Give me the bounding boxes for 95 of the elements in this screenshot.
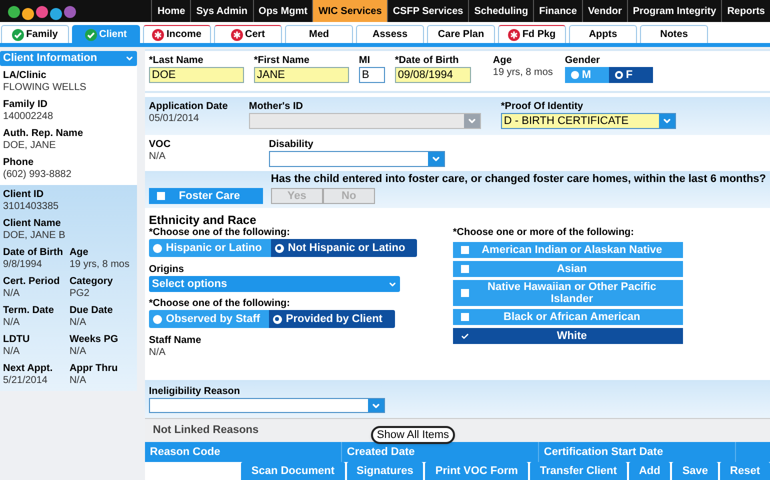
field-value: (602) 993-8882 xyxy=(3,169,72,181)
field-label: Application Date xyxy=(148,101,229,113)
radio-option[interactable]: Not Hispanic or Latino xyxy=(270,239,417,257)
field-label: Term. Date xyxy=(3,305,55,317)
panel-title: Client Information xyxy=(3,51,98,66)
race-option[interactable]: White xyxy=(452,328,683,344)
checkbox-icon xyxy=(460,289,469,297)
field-label: Gender xyxy=(564,55,601,67)
checkbox-icon xyxy=(460,265,469,273)
field-label: Category xyxy=(69,276,114,288)
field-label: Appr Thru xyxy=(69,363,119,375)
field-value: 3101403385 xyxy=(3,201,60,213)
field-label: *Last Name xyxy=(148,55,204,67)
field-label: *Choose one of the following: xyxy=(148,298,291,310)
input-field[interactable]: DOE xyxy=(148,67,244,83)
field-value: N/A xyxy=(69,317,88,329)
radio-icon xyxy=(152,244,162,252)
checkbox-icon xyxy=(460,313,469,321)
radio-icon xyxy=(152,314,162,324)
gender-option[interactable]: F xyxy=(608,67,653,83)
checkmark-icon xyxy=(460,332,469,340)
check-circle-icon xyxy=(85,28,98,40)
field-value: N/A xyxy=(148,151,167,163)
asterisk-circle-icon xyxy=(230,28,243,40)
field-label: LA/Clinic xyxy=(3,70,48,82)
field-label: *First Name xyxy=(254,55,310,67)
field-label: Family ID xyxy=(3,99,48,111)
field-value: 140002248 xyxy=(3,111,54,123)
radio-selected-icon xyxy=(274,244,284,252)
checkbox-icon xyxy=(460,246,469,254)
field-label: LDTU xyxy=(3,334,31,346)
section-tab[interactable]: Notes xyxy=(640,25,708,43)
field-value: 9/8/1994 xyxy=(3,259,43,271)
radio-icon xyxy=(570,71,579,79)
field-label: Staff Name xyxy=(148,335,202,347)
field-label: *Date of Birth xyxy=(394,55,460,67)
field-value: N/A xyxy=(3,346,21,358)
field-label: Client ID xyxy=(3,189,45,201)
field-value: 19 yrs, 8 mos xyxy=(69,259,130,271)
field-label: Date of Birth xyxy=(3,247,64,259)
input-field[interactable]: JANE xyxy=(254,67,349,83)
field-label: Next Appt. xyxy=(3,363,54,375)
select-field[interactable] xyxy=(268,151,445,167)
field-label: Phone xyxy=(3,157,35,169)
radio-option[interactable]: Provided by Client xyxy=(268,310,395,328)
field-value: N/A xyxy=(69,346,88,358)
field-label: *Choose one of the following: xyxy=(148,227,291,239)
field-label: Cert. Period xyxy=(3,276,61,288)
input-field[interactable]: B xyxy=(358,67,385,83)
field-value: N/A xyxy=(148,347,167,359)
radio-icon xyxy=(614,71,623,79)
field-label: Weeks PG xyxy=(69,334,120,346)
field-label: Due Date xyxy=(69,305,114,317)
input-field[interactable]: 09/08/1994 xyxy=(394,67,471,83)
section-tab[interactable]: Assess xyxy=(356,25,424,43)
section-tab[interactable]: Family xyxy=(1,25,69,43)
field-value: N/A xyxy=(3,317,21,329)
field-label: Age xyxy=(492,55,513,67)
field-value: 05/01/2014 xyxy=(148,113,200,125)
field-label: *Proof Of Identity xyxy=(500,101,584,113)
field-value: DOE, JANE B xyxy=(3,230,66,242)
section-tab[interactable]: Cert xyxy=(214,25,282,43)
nav-tab[interactable]: WIC Services xyxy=(312,0,387,22)
section-tab[interactable]: Med xyxy=(285,25,353,43)
field-value: N/A xyxy=(69,375,88,387)
field-label: Age xyxy=(69,247,90,259)
select-field[interactable] xyxy=(148,398,385,413)
field-label: Client Name xyxy=(3,218,62,230)
check-circle-icon xyxy=(12,28,24,40)
field-value: N/A xyxy=(3,288,21,300)
field-value: DOE, JANE xyxy=(3,140,57,152)
section-tab[interactable]: Appts xyxy=(569,25,637,43)
field-value: FLOWING WELLS xyxy=(3,82,88,94)
section-heading: Ethnicity and Race xyxy=(148,213,258,227)
field-value: 19 yrs, 8 mos xyxy=(492,67,554,79)
field-label: VOC xyxy=(148,139,172,151)
field-value: PG2 xyxy=(69,288,90,300)
field-label: Auth. Rep. Name xyxy=(3,128,84,140)
section-tab[interactable]: Income xyxy=(143,25,211,43)
section-tab[interactable]: Care Plan xyxy=(427,25,495,43)
grid-title: Not Linked Reasons xyxy=(152,423,259,438)
field-label: MI xyxy=(358,55,371,67)
field-label: Origins xyxy=(148,264,185,276)
field-label: Mother's ID xyxy=(248,101,304,113)
question-text: Has the child entered into foster care, or changed foster care homes, within the last 6 months? xyxy=(270,173,766,186)
field-label: Disability xyxy=(268,139,314,151)
asterisk-circle-icon xyxy=(152,28,164,40)
asterisk-circle-icon xyxy=(508,28,520,40)
radio-selected-icon xyxy=(272,314,282,324)
field-label: *Choose one or more of the following: xyxy=(452,227,635,239)
section-tab[interactable]: Fd Pkg xyxy=(498,25,566,43)
field-label: Ineligibility Reason xyxy=(148,386,242,398)
select-field[interactable]: D - BIRTH CERTIFICATE xyxy=(500,113,676,129)
field-value: 5/21/2014 xyxy=(3,375,48,387)
tooltip: Show All Items xyxy=(370,426,456,444)
